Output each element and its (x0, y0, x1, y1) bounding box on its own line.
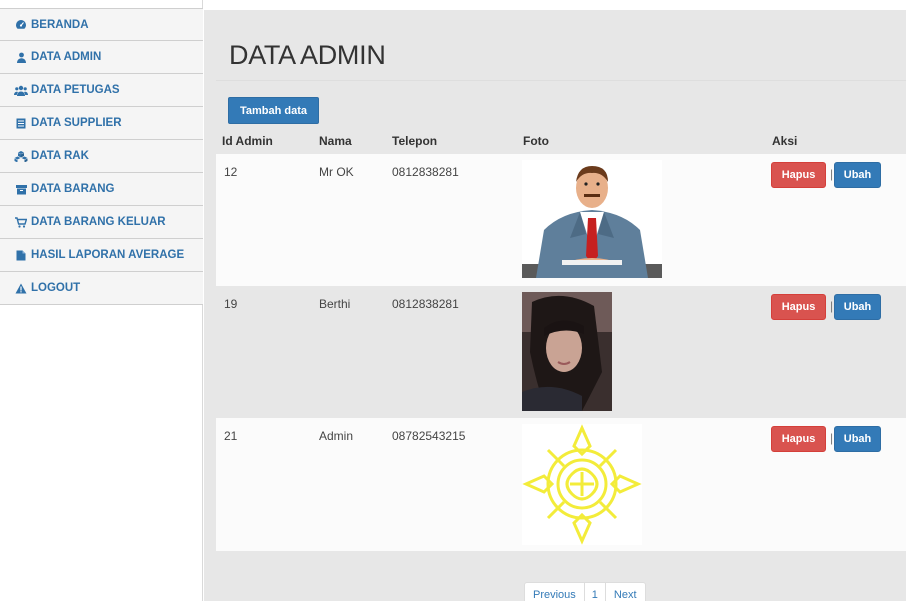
sidebar-item-label: DATA ADMIN (31, 51, 102, 63)
action-separator: | (830, 299, 834, 313)
user-icon (14, 52, 28, 63)
cell-telepon: 08782543215 (392, 429, 466, 443)
sidebar-item-data-rak[interactable]: DATA RAK (0, 140, 203, 173)
cell-telepon: 0812838281 (392, 297, 459, 311)
delete-button[interactable]: Hapus (771, 162, 826, 188)
delete-button[interactable]: Hapus (771, 294, 826, 320)
column-header-foto: Foto (523, 134, 549, 148)
sidebar-item-data-admin[interactable]: DATA ADMIN (0, 41, 203, 74)
sidebar-item-label: HASIL LAPORAN AVERAGE (31, 249, 185, 261)
sidebar-item-data-barang[interactable]: DATA BARANG (0, 173, 203, 206)
main-content: DATA ADMIN Tambah data Id Admin Nama Tel… (204, 10, 906, 601)
pagination-page-1[interactable]: 1 (585, 583, 606, 601)
sidebar-item-beranda[interactable]: BERANDA (0, 8, 203, 41)
delete-button[interactable]: Hapus (771, 426, 826, 452)
sidebar-item-logout[interactable]: LOGOUT (0, 272, 203, 305)
sidebar-item-data-supplier[interactable]: DATA SUPPLIER (0, 107, 203, 140)
admin-photo (522, 292, 612, 411)
action-separator: | (830, 167, 834, 181)
cell-id: 12 (224, 165, 238, 179)
add-data-button[interactable]: Tambah data (228, 97, 320, 124)
column-header-aksi: Aksi (772, 134, 798, 148)
sidebar-menu: BERANDA DATA ADMIN DATA PETUGAS DATA SUP… (0, 8, 203, 305)
cubes-icon (14, 150, 28, 162)
cell-nama: Mr OK (319, 165, 354, 179)
pagination-previous[interactable]: Previous (525, 583, 585, 601)
sidebar-item-hasil-laporan-average[interactable]: HASIL LAPORAN AVERAGE (0, 239, 203, 272)
sidebar-item-label: DATA BARANG (31, 183, 115, 195)
sidebar-item-label: BERANDA (31, 18, 89, 31)
list-icon (14, 118, 28, 129)
admin-photo (522, 424, 642, 545)
dashboard-icon (14, 19, 28, 30)
action-separator: | (830, 431, 834, 445)
table-header: Id Admin Nama Telepon Foto Aksi (216, 132, 906, 154)
sidebar-item-data-petugas[interactable]: DATA PETUGAS (0, 74, 203, 107)
edit-button[interactable]: Ubah (834, 426, 881, 452)
table-row: 19 Berthi 0812838281 Hapus | Ubah (216, 286, 906, 418)
column-header-id: Id Admin (222, 134, 273, 148)
edit-button[interactable]: Ubah (834, 162, 881, 188)
sidebar-item-label: DATA RAK (31, 150, 89, 162)
sidebar: BERANDA DATA ADMIN DATA PETUGAS DATA SUP… (0, 0, 203, 601)
cell-nama: Admin (319, 429, 354, 443)
sidebar-item-label: DATA BARANG KELUAR (31, 216, 166, 228)
sidebar-item-data-barang-keluar[interactable]: DATA BARANG KELUAR (0, 206, 203, 239)
column-header-telepon: Telepon (392, 134, 438, 148)
table-row: 21 Admin 08782543215 Hapus | Ubah (216, 418, 906, 551)
cart-icon (14, 216, 28, 228)
cell-id: 19 (224, 297, 238, 311)
warning-icon (14, 283, 28, 294)
cell-telepon: 0812838281 (392, 165, 459, 179)
file-icon (14, 250, 28, 261)
sidebar-item-label: LOGOUT (31, 282, 81, 294)
box-icon (14, 184, 28, 195)
table-row: 12 Mr OK 0812838281 Hapus | Ubah (216, 154, 906, 286)
admin-photo (522, 160, 662, 278)
title-divider (216, 80, 906, 81)
cell-id: 21 (224, 429, 238, 443)
edit-button[interactable]: Ubah (834, 294, 881, 320)
column-header-nama: Nama (319, 134, 352, 148)
pagination-next[interactable]: Next (606, 583, 645, 601)
sidebar-item-label: DATA PETUGAS (31, 84, 120, 96)
page-title: DATA ADMIN (229, 40, 386, 70)
users-icon (14, 85, 28, 96)
pagination: Previous 1 Next (524, 582, 646, 601)
cell-nama: Berthi (319, 297, 351, 311)
sidebar-item-label: DATA SUPPLIER (31, 117, 122, 129)
